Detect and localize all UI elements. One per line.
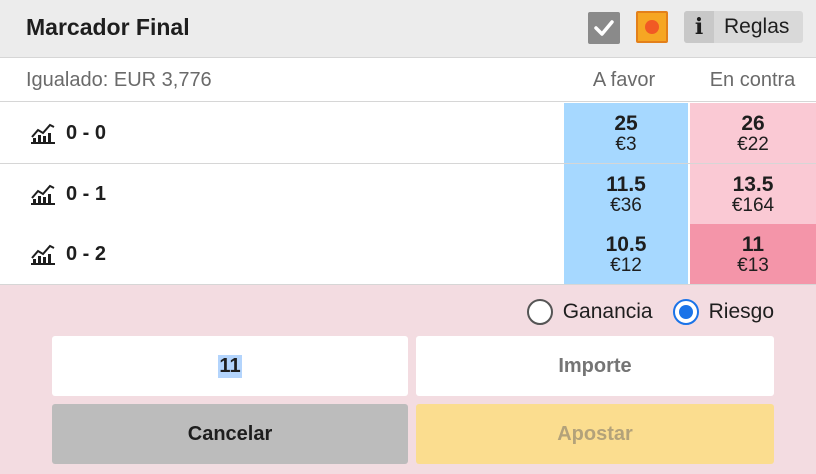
radio-risk-circle[interactable] bbox=[672, 299, 699, 325]
lay-odds: 11 bbox=[741, 232, 765, 256]
lay-odds-cell[interactable]: 26 €22 bbox=[690, 103, 816, 163]
runner-name: 0 - 2 bbox=[66, 243, 107, 265]
check-toggle-button[interactable] bbox=[588, 12, 620, 44]
cancel-button[interactable]: Cancelar bbox=[52, 404, 408, 464]
live-toggle-button[interactable] bbox=[636, 11, 668, 43]
runner-row: 0 - 0 25 €3 26 €22 bbox=[0, 103, 816, 164]
lay-stake: €164 bbox=[731, 194, 775, 216]
lay-stake: €13 bbox=[737, 254, 769, 276]
lay-odds: 26 bbox=[741, 111, 765, 135]
market-subheader: Igualado: EUR 3,776 A favor En contra bbox=[0, 59, 816, 102]
market-header: Marcador Final i Reglas bbox=[0, 0, 816, 58]
cancel-button-label: Cancelar bbox=[187, 422, 273, 445]
lay-odds-cell-selected[interactable]: 11 €13 bbox=[690, 224, 816, 284]
lay-stake: €22 bbox=[737, 133, 769, 155]
runner-name: 0 - 0 bbox=[66, 122, 107, 144]
bet-slip: Ganancia Riesgo 11 Importe Cancelar Apos… bbox=[0, 285, 816, 474]
rules-label: Reglas bbox=[724, 15, 790, 38]
matched-amount: Igualado: EUR 3,776 bbox=[26, 69, 212, 91]
runner-name: 0 - 1 bbox=[66, 183, 107, 205]
place-bet-button-label: Apostar bbox=[557, 422, 633, 445]
runner-row: 0 - 2 10.5 €12 11 €13 bbox=[0, 224, 816, 285]
lay-odds: 13.5 bbox=[732, 172, 774, 196]
radio-risk[interactable]: Riesgo bbox=[672, 299, 774, 325]
chart-icon[interactable] bbox=[30, 182, 56, 206]
back-odds: 10.5 bbox=[605, 232, 647, 256]
back-odds: 11.5 bbox=[606, 172, 646, 196]
back-odds-cell[interactable]: 10.5 €12 bbox=[564, 224, 688, 284]
info-icon: i bbox=[684, 11, 714, 43]
back-stake: €3 bbox=[615, 133, 637, 155]
chart-icon[interactable] bbox=[30, 242, 56, 266]
place-bet-button[interactable]: Apostar bbox=[416, 404, 774, 464]
runner-row: 0 - 1 11.5 €36 13.5 €164 bbox=[0, 164, 816, 225]
calc-mode-radio-group: Ganancia Riesgo bbox=[507, 299, 774, 325]
back-odds-cell[interactable]: 25 €3 bbox=[564, 103, 688, 163]
back-stake: €36 bbox=[610, 194, 642, 216]
odds-input[interactable]: 11 bbox=[52, 336, 408, 396]
odds-input-value: 11 bbox=[218, 354, 242, 378]
stake-input-placeholder: Importe bbox=[558, 354, 632, 377]
back-odds-cell[interactable]: 11.5 €36 bbox=[564, 164, 688, 224]
back-stake: €12 bbox=[610, 254, 642, 276]
stake-input[interactable]: Importe bbox=[416, 336, 774, 396]
chart-icon[interactable] bbox=[30, 121, 56, 145]
market-title: Marcador Final bbox=[26, 14, 190, 40]
lay-column-header: En contra bbox=[709, 69, 796, 91]
radio-profit-circle[interactable] bbox=[526, 299, 553, 325]
check-icon bbox=[594, 20, 614, 36]
back-odds: 25 bbox=[614, 111, 638, 135]
live-dot-icon bbox=[645, 20, 659, 34]
back-column-header: A favor bbox=[592, 69, 656, 91]
rules-button[interactable]: i Reglas bbox=[684, 11, 803, 43]
radio-profit[interactable]: Ganancia bbox=[526, 299, 653, 325]
radio-risk-label: Riesgo bbox=[708, 300, 774, 323]
radio-profit-label: Ganancia bbox=[562, 300, 653, 323]
lay-odds-cell[interactable]: 13.5 €164 bbox=[690, 164, 816, 224]
